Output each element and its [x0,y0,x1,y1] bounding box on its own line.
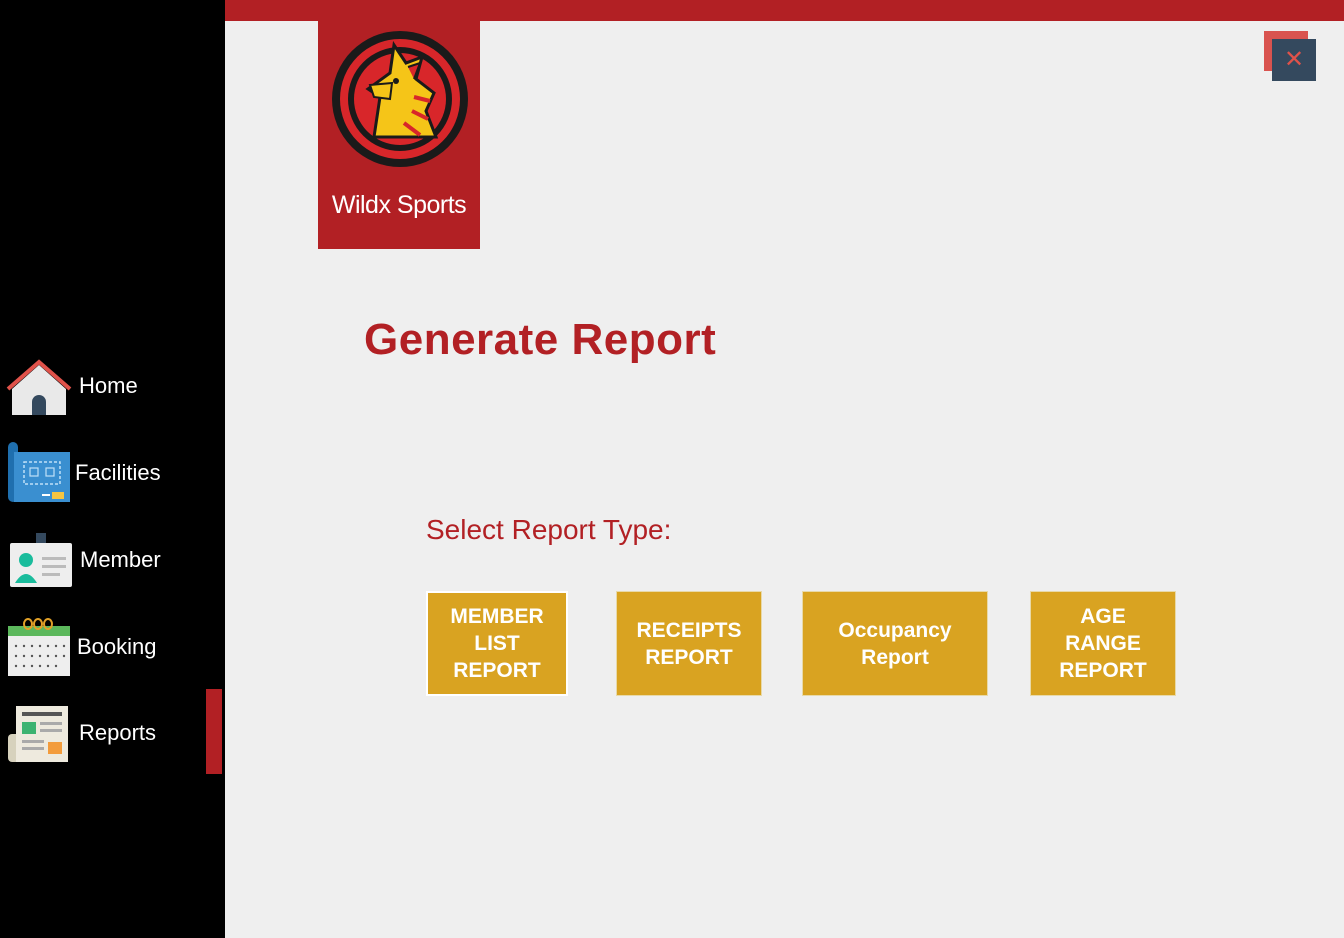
home-icon [6,359,72,415]
sidebar-item-label: Member [80,547,161,572]
top-bar [225,0,1344,21]
wolf-logo-icon [332,31,468,167]
sidebar-item-home[interactable]: Home [0,345,225,425]
close-button[interactable]: ✕ [1264,31,1316,81]
newspaper-icon [8,706,68,762]
sidebar-item-booking[interactable]: Booking [0,606,225,686]
sidebar-item-member[interactable]: Member [0,519,225,599]
receipts-report-button[interactable]: RECEIPTS REPORT [616,591,762,696]
sidebar-item-facilities[interactable]: Facilities [0,432,225,512]
sidebar: Home Facilities Member Booking Reports [0,0,225,938]
sidebar-item-label: Facilities [75,460,161,485]
sidebar-item-reports[interactable]: Reports [0,692,225,772]
occupancy-report-button[interactable]: Occupancy Report [802,591,988,696]
age-range-report-button[interactable]: AGE RANGE REPORT [1030,591,1176,696]
page-title: Generate Report [364,315,717,364]
blueprint-icon [8,442,70,502]
sidebar-item-label: Booking [77,634,157,659]
close-icon: ✕ [1272,39,1316,81]
member-list-report-button[interactable]: MEMBER LIST REPORT [426,591,568,696]
brand-logo: Wildx Sports [318,21,480,249]
active-item-indicator [206,689,222,774]
calendar-icon [8,618,70,676]
report-type-label: Select Report Type: [426,514,672,545]
sidebar-item-label: Home [79,373,138,398]
sidebar-item-label: Reports [79,720,157,745]
id-card-icon [10,533,72,587]
brand-name: Wildx Sports [331,191,467,219]
